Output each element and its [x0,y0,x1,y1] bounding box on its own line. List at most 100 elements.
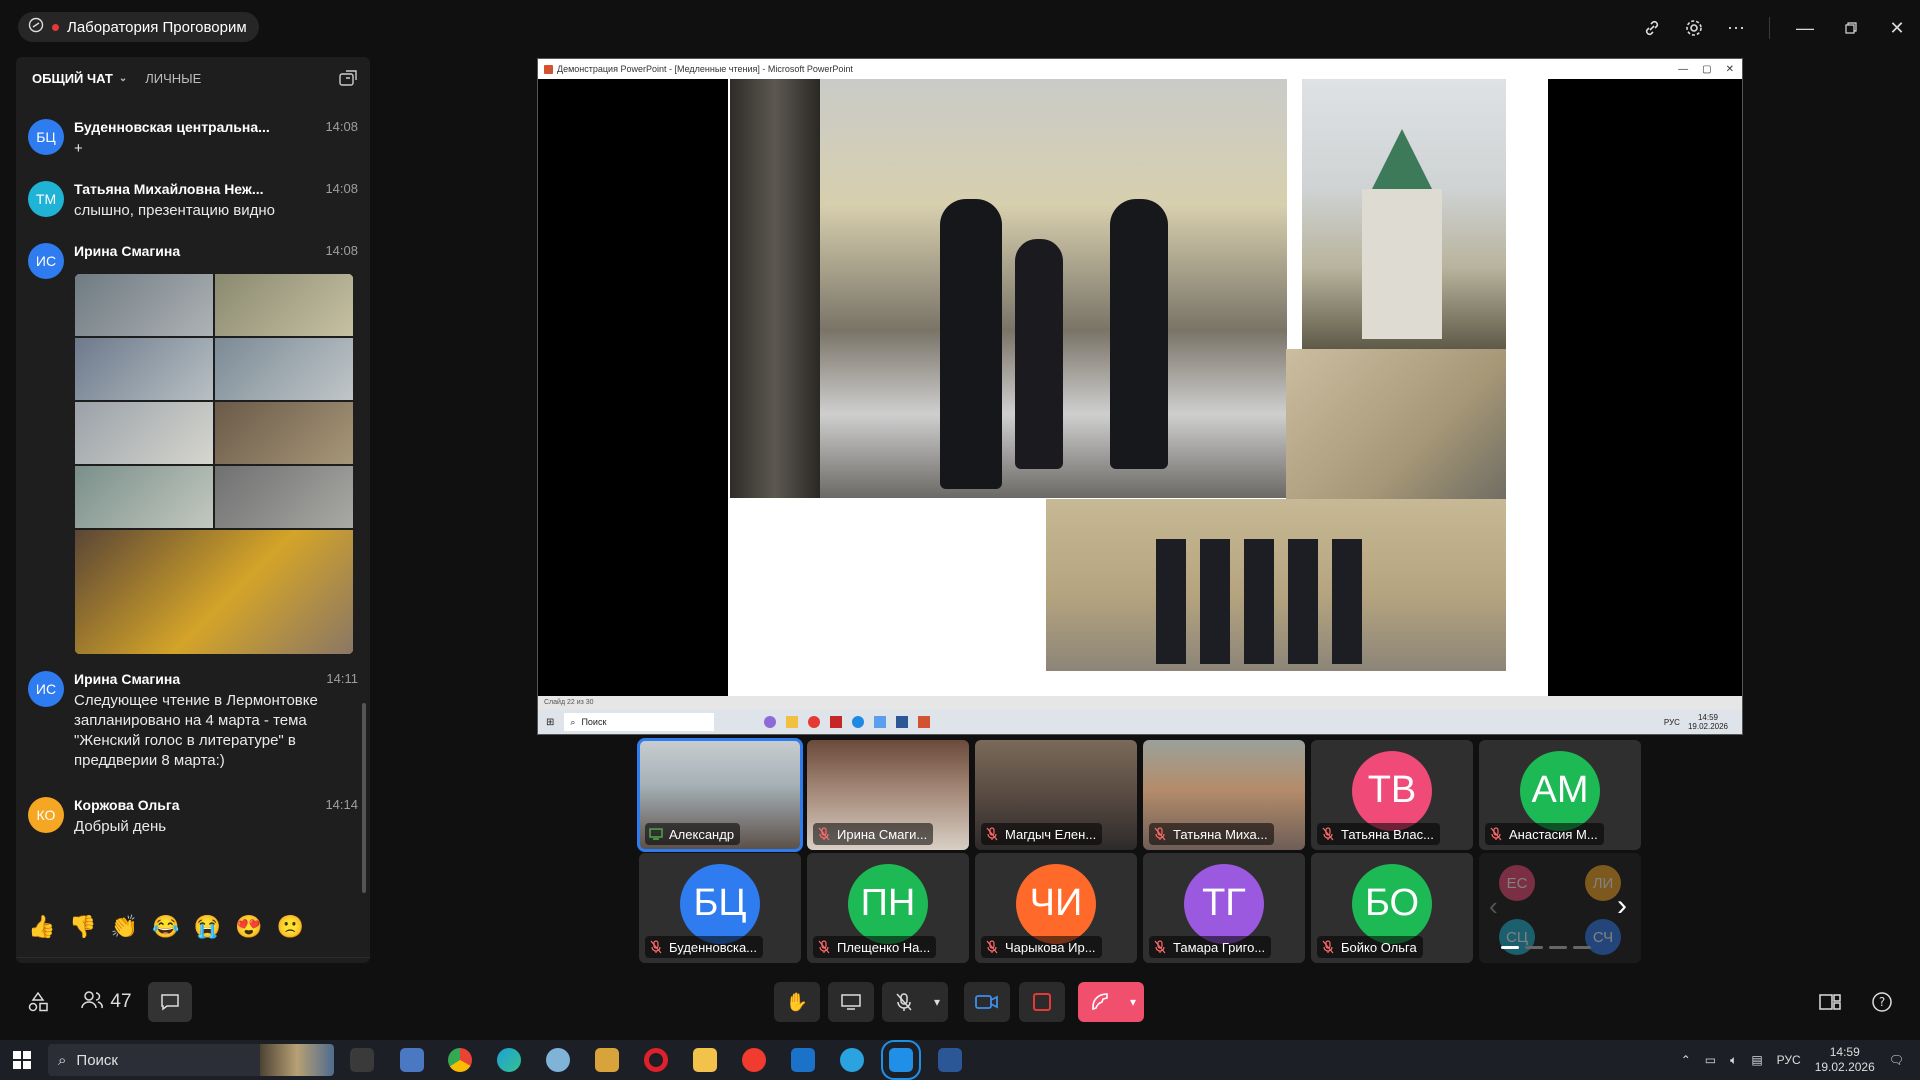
link-icon[interactable] [1631,7,1673,49]
taskbar-search-box[interactable]: ⌕ Поиск [48,1044,334,1076]
language-indicator[interactable]: РУС [1777,1053,1801,1067]
settings-gear-icon[interactable] [1673,7,1715,49]
powerpoint-status-bar: Слайд 22 из 30 [538,696,1742,710]
file-explorer-icon[interactable] [693,1048,717,1072]
participants-button[interactable]: 47 [74,984,138,1020]
participant-tile[interactable]: Ирина Смаги... [807,740,969,850]
screen-share-window[interactable]: Демонстрация PowerPoint - [Медленные чте… [537,58,1743,735]
participant-name: Чарыкова Ир... [1005,939,1096,955]
heart-eyes-reaction[interactable]: 😍 [235,914,262,940]
tab-private-chat[interactable]: ЛИЧНЫЕ [145,71,201,86]
record-stop-button[interactable] [1019,982,1065,1022]
help-icon[interactable]: ? [1864,984,1900,1020]
photo-thumbnail[interactable] [74,465,214,529]
participant-tile[interactable]: АМ Анастасия М... [1479,740,1641,850]
cry-reaction[interactable]: 😭 [194,914,221,940]
thumbs-up-reaction[interactable]: 👍 [28,914,55,940]
photo-thumbnail[interactable] [74,273,214,337]
minimize-window-icon[interactable]: — [1782,7,1828,49]
participant-name-label: Анастасия М... [1485,823,1604,845]
tab-general-chat[interactable]: ОБЩИЙ ЧАТ ⌄ [32,71,127,86]
participant-avatar: БО [1352,863,1432,944]
layout-apps-icon[interactable] [20,984,56,1020]
photo-thumbnail[interactable] [214,273,354,337]
shared-windows-taskbar: ⊞ ⌕ Поиск РУС 14:59 19.02.2026 [538,710,1742,734]
photo-thumbnail[interactable] [74,401,214,465]
participant-tile[interactable]: ТВ Татьяна Влас... [1311,740,1473,850]
task-view-icon[interactable] [400,1048,424,1072]
participant-tile[interactable]: Магдыч Елен... [975,740,1137,850]
participant-tile[interactable]: БО Бойко Ольга [1311,853,1473,963]
restore-window-icon[interactable] [1828,7,1874,49]
screen-share-button[interactable] [828,982,874,1022]
photo-thumbnail[interactable] [214,337,354,401]
reaction-bar: 👍 👎 👏 😂 😭 😍 🙁 [16,909,370,945]
conference-app-icon[interactable] [881,1040,921,1080]
more-participants-tile[interactable]: ЕС ЛИ СЦ СЧ ‹ › [1479,853,1641,963]
participant-avatar: ТГ [1184,863,1264,944]
word-icon[interactable] [938,1048,962,1072]
leave-call-button[interactable] [1078,982,1122,1022]
photo-collage-attachment[interactable] [74,273,354,655]
leave-options-chevron-icon[interactable]: ▾ [1122,982,1144,1022]
camera-button[interactable] [964,982,1010,1022]
laugh-reaction[interactable]: 😂 [152,914,179,940]
clock-app-icon[interactable] [546,1048,570,1072]
microphone-muted-icon [1489,827,1503,841]
microphone-options-chevron-icon[interactable]: ▾ [926,982,948,1022]
maximize-icon: ▢ [1702,63,1712,75]
raise-hand-button[interactable]: ✋ [774,982,820,1022]
photo-thumbnail[interactable] [74,529,354,655]
participant-tile[interactable]: ЧИ Чарыкова Ир... [975,853,1137,963]
chevron-right-icon[interactable]: › [1617,889,1627,923]
clap-reaction[interactable]: 👏 [111,914,138,940]
clock[interactable]: 14:59 19.02.2026 [1815,1045,1875,1075]
room-title-pill[interactable]: Лаборатория Проговорим [18,12,259,42]
powerpoint-window-buttons: — ▢ ✕ [1678,64,1742,75]
person [1015,239,1063,469]
close-window-icon[interactable]: ✕ [1874,7,1920,49]
participant-name: Тамара Григо... [1173,939,1266,955]
chat-toggle-button[interactable] [148,982,192,1022]
windows-start-button[interactable] [12,1050,32,1070]
edge-icon[interactable] [497,1048,521,1072]
participant-tile[interactable]: БЦ Буденновска... [639,853,801,963]
avatar: ИС [28,243,64,279]
more-options-icon[interactable]: ⋯ [1715,7,1757,49]
participant-tile[interactable]: ТГ Тамара Григо... [1143,853,1305,963]
chat-scrollbar[interactable] [362,703,366,893]
popout-chat-icon[interactable] [338,69,358,87]
photo-thumbnail[interactable] [74,337,214,401]
volume-icon[interactable]: 🔈︎ [1730,1053,1737,1068]
chat-tabs: ОБЩИЙ ЧАТ ⌄ ЛИЧНЫЕ [16,57,370,99]
chat-message: ИС Ирина Смагина 14:11 Следующее чтение … [28,671,358,769]
chevron-up-icon[interactable]: ⌃ [1681,1053,1691,1067]
chevron-left-icon[interactable]: ‹ [1489,891,1498,922]
layout-toggle-icon[interactable] [1812,984,1848,1020]
photo-thumbnail[interactable] [214,465,354,529]
notifications-icon[interactable]: 🗨︎ [1889,1053,1904,1067]
participant-avatar: ЧИ [1016,863,1096,944]
opera-icon[interactable] [644,1048,668,1072]
camera-app-icon[interactable] [350,1048,374,1072]
participant-avatar: ПН [848,863,928,944]
chat-message-list: БЦ Буденновская центральна... 14:08 + ТМ… [16,103,370,895]
pin-app-icon[interactable] [595,1048,619,1072]
slide-photo-chapel [1302,79,1506,349]
participant-name-label: Ирина Смаги... [813,823,934,845]
stop-square-icon [1033,993,1051,1011]
sad-reaction[interactable]: 🙁 [276,914,303,940]
participant-tile[interactable]: Александр [637,738,803,852]
participant-tile[interactable]: ПН Плещенко На... [807,853,969,963]
microphone-muted-button[interactable] [882,982,926,1022]
photo-thumbnail[interactable] [214,401,354,465]
chrome-icon[interactable] [448,1048,472,1072]
chat-message: БЦ Буденновская центральна... 14:08 + [28,119,358,165]
outlook-icon[interactable] [791,1048,815,1072]
meet-now-icon[interactable]: ▭ [1705,1053,1716,1067]
thumbs-down-reaction[interactable]: 👎 [69,914,96,940]
yandex-browser-icon[interactable] [742,1048,766,1072]
network-icon[interactable]: ▤ [1751,1053,1762,1067]
participant-tile[interactable]: Татьяна Миха... [1143,740,1305,850]
telegram-icon[interactable] [840,1048,864,1072]
